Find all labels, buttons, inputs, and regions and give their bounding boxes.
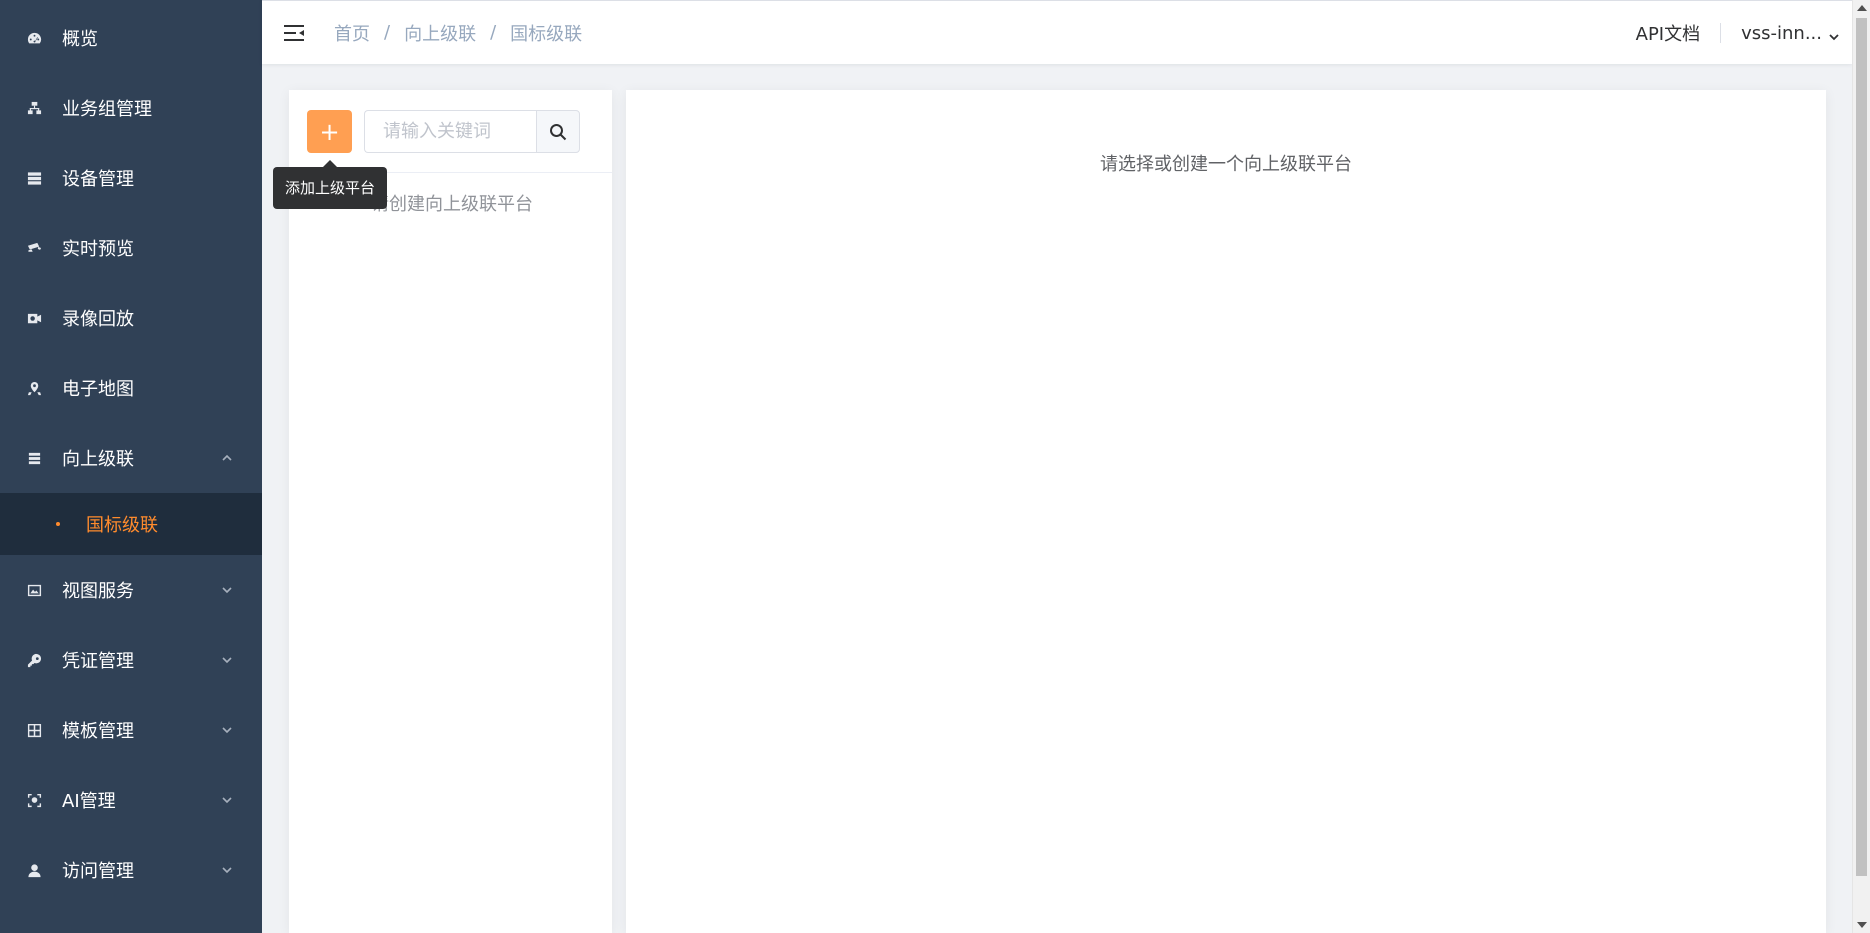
search-icon (550, 123, 567, 140)
search-button[interactable] (536, 110, 580, 153)
breadcrumb: 首页 / 向上级联 / 国标级联 (334, 20, 582, 46)
chevron-up-icon[interactable] (220, 449, 234, 463)
breadcrumb-home[interactable]: 首页 (334, 20, 370, 46)
top-navbar: 首页 / 向上级联 / 国标级联 API文档 vss-inn... (262, 0, 1852, 64)
sidebar-item-label: 设备管理 (62, 169, 134, 190)
scroll-up-icon[interactable] (1857, 5, 1867, 11)
add-platform-tooltip: 添加上级平台 (273, 160, 388, 209)
video-record-icon (26, 310, 42, 326)
sidebar-toggle-icon[interactable] (282, 21, 306, 45)
sidebar: 概览 业务组管理 设备管理 实时预览 录像回放 电子地图 向上级联 国标级联 视… (0, 0, 262, 933)
sidebar-item-business-group[interactable]: 业务组管理 (0, 73, 262, 143)
breadcrumb-gb-cascade: 国标级联 (510, 23, 583, 45)
scroll-down-icon[interactable] (1857, 922, 1867, 928)
breadcrumb-upper-cascade[interactable]: 向上级联 (404, 20, 476, 46)
sidebar-item-label: 向上级联 (62, 449, 134, 470)
search-input[interactable] (364, 110, 536, 153)
sidebar-item-label: AI管理 (62, 791, 116, 812)
sidebar-item-playback[interactable]: 录像回放 (0, 283, 262, 353)
image-icon (26, 582, 42, 598)
breadcrumb-separator: / (490, 22, 497, 43)
scrollbar-thumb[interactable] (1856, 18, 1867, 876)
header-right: API文档 vss-inn... (1636, 1, 1852, 65)
sidebar-item-label: 实时预览 (62, 239, 134, 260)
platform-list-empty-text: 请创建向上级联平台 (371, 194, 533, 215)
sidebar-item-access-management[interactable]: 访问管理 (0, 835, 262, 905)
platform-list-toolbar: + (289, 90, 612, 173)
user-icon (26, 862, 42, 878)
chevron-down-icon[interactable] (220, 721, 234, 735)
sidebar-item-gb-cascade[interactable]: 国标级联 (0, 493, 262, 555)
header-divider (1720, 23, 1722, 43)
sidebar-item-label: 视图服务 (62, 581, 134, 602)
breadcrumb-separator: / (384, 22, 391, 43)
sidebar-item-emap[interactable]: 电子地图 (0, 353, 262, 423)
grid-icon (26, 722, 42, 738)
sidebar-item-view-service[interactable]: 视图服务 (0, 555, 262, 625)
sidebar-item-credential-management[interactable]: 凭证管理 (0, 625, 262, 695)
sidebar-item-label: 概览 (62, 29, 98, 50)
active-dot-icon (56, 522, 60, 526)
platform-detail-panel: 请选择或创建一个向上级联平台 (626, 90, 1826, 933)
user-dropdown[interactable]: vss-inn... (1741, 23, 1840, 44)
sidebar-item-live-preview[interactable]: 实时预览 (0, 213, 262, 283)
map-pin-icon (26, 380, 42, 396)
ai-scan-icon (26, 792, 42, 808)
sidebar-item-label: 凭证管理 (62, 651, 134, 672)
sidebar-item-ai-management[interactable]: AI管理 (0, 765, 262, 835)
sidebar-item-template-management[interactable]: 模板管理 (0, 695, 262, 765)
platform-detail-empty-text: 请选择或创建一个向上级联平台 (1100, 154, 1352, 175)
submenu-upper-cascade: 国标级联 (0, 493, 262, 555)
sidebar-item-overview[interactable]: 概览 (0, 3, 262, 73)
api-doc-link[interactable]: API文档 (1636, 20, 1700, 46)
chevron-down-icon[interactable] (220, 791, 234, 805)
chevron-down-icon[interactable] (220, 581, 234, 595)
camera-icon (26, 240, 42, 256)
sidebar-item-label: 国标级联 (86, 515, 158, 536)
sidebar-item-label: 业务组管理 (62, 99, 152, 120)
platform-list-panel: + 请创建向上级联平台 (289, 90, 612, 933)
dashboard-icon (26, 30, 42, 46)
key-icon (26, 652, 42, 668)
sidebar-item-label: 电子地图 (62, 379, 134, 400)
sidebar-item-label: 模板管理 (62, 721, 134, 742)
sidebar-item-device-management[interactable]: 设备管理 (0, 143, 262, 213)
sidebar-item-upper-cascade[interactable]: 向上级联 (0, 423, 262, 493)
chevron-down-icon[interactable] (220, 861, 234, 875)
username: vss-inn... (1741, 22, 1822, 44)
chevron-down-icon[interactable] (220, 651, 234, 665)
chevron-down-icon (1828, 27, 1840, 41)
cascade-icon (26, 450, 42, 466)
server-icon (26, 170, 42, 186)
sidebar-item-label: 访问管理 (62, 861, 134, 882)
org-tree-icon (26, 100, 42, 116)
sidebar-item-label: 录像回放 (62, 309, 134, 330)
add-platform-button[interactable]: + (307, 110, 352, 153)
page-scrollbar[interactable] (1852, 0, 1870, 933)
